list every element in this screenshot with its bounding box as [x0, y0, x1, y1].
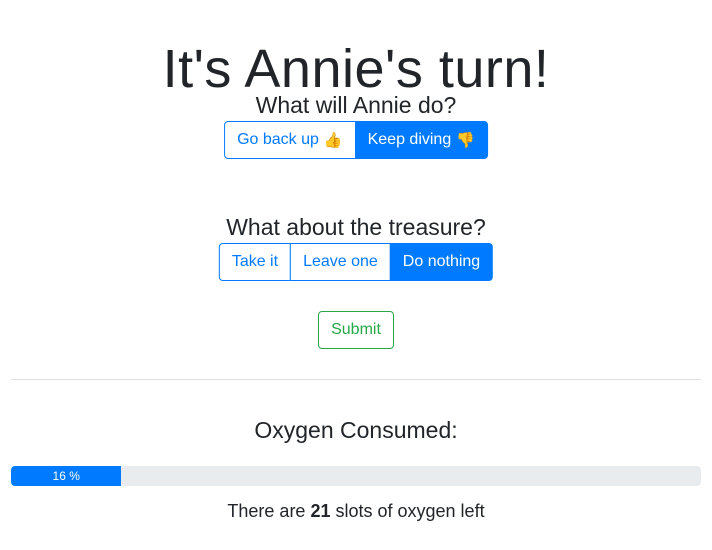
submit-button[interactable]: Submit	[318, 311, 394, 349]
oxygen-progress: 16 %	[11, 466, 701, 486]
keep-diving-label: Keep diving	[367, 131, 452, 148]
thumbs-up-icon: 👍	[323, 131, 343, 149]
slots-suffix: slots of oxygen left	[330, 501, 485, 521]
take-it-button[interactable]: Take it	[218, 243, 292, 281]
go-back-up-label: Go back up	[237, 131, 319, 148]
go-back-up-button[interactable]: Go back up 👍	[224, 121, 356, 159]
leave-one-button[interactable]: Leave one	[290, 243, 391, 281]
treasure-button-group: Take it Leave one Do nothing	[218, 243, 494, 281]
action-question: What will Annie do?	[255, 92, 457, 118]
slots-left-count: 21	[310, 501, 331, 521]
keep-diving-button[interactable]: Keep diving 👎	[354, 121, 488, 159]
oxygen-consumed-label: Oxygen Consumed:	[254, 417, 458, 443]
treasure-question: What about the treasure?	[226, 214, 486, 240]
do-nothing-button[interactable]: Do nothing	[389, 243, 494, 281]
thumbs-down-icon: 👎	[456, 131, 475, 149]
game-page: It's Annie's turn! What will Annie do? G…	[0, 0, 712, 550]
oxygen-slots-text: There are 21 slots of oxygen left	[0, 498, 712, 524]
oxygen-progress-bar: 16 %	[11, 466, 122, 486]
action-button-group: Go back up 👍 Keep diving 👎	[224, 121, 488, 159]
divider	[11, 379, 701, 380]
slots-prefix: There are	[227, 501, 311, 521]
